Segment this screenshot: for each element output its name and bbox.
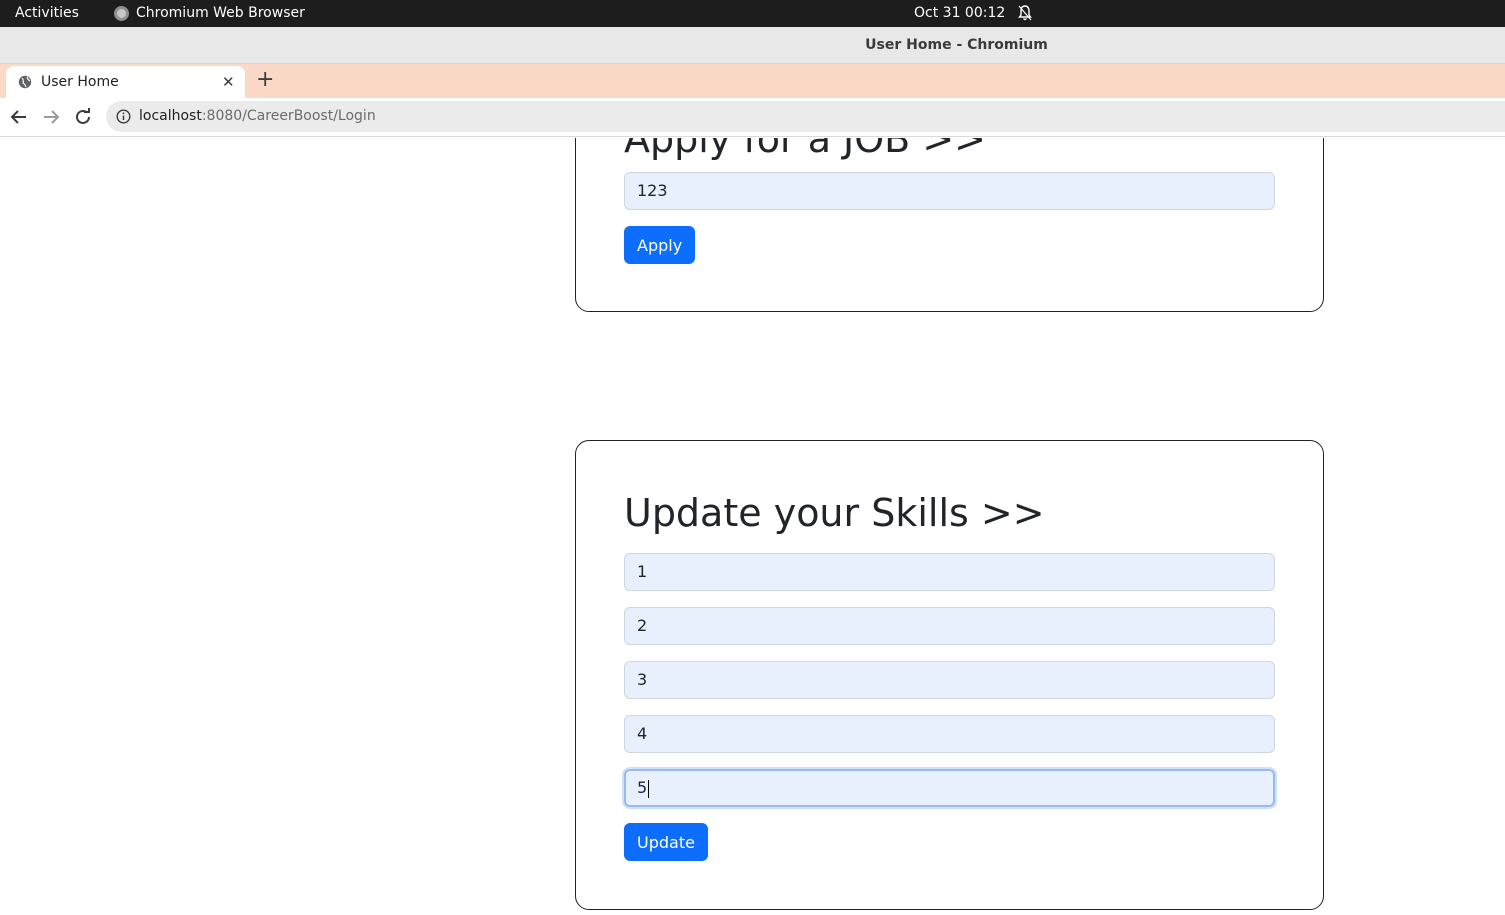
browser-toolbar: localhost:8080/CareerBoost/Login xyxy=(0,98,1505,137)
activities-button[interactable]: Activities xyxy=(15,5,79,21)
reload-icon[interactable] xyxy=(72,106,94,128)
apply-button[interactable]: Apply xyxy=(624,226,696,264)
app-menu[interactable]: Chromium Web Browser xyxy=(114,5,305,21)
text-caret xyxy=(648,779,650,798)
site-info-icon[interactable] xyxy=(116,109,131,124)
globe-icon xyxy=(18,75,32,89)
chromium-icon xyxy=(114,5,129,21)
skill-input-1[interactable]: 1 xyxy=(624,553,1275,591)
tab-title: User Home xyxy=(41,74,119,90)
skill-input-5[interactable]: 5 xyxy=(624,769,1275,807)
update-skills-heading: Update your Skills >> xyxy=(624,491,1045,535)
skill-input-3[interactable]: 3 xyxy=(624,661,1275,699)
app-name: Chromium Web Browser xyxy=(136,5,305,21)
url-text: localhost:8080/CareerBoost/Login xyxy=(139,108,376,124)
system-top-bar: Activities Chromium Web Browser Oct 31 0… xyxy=(0,0,1505,27)
apply-job-card: Apply for a JOB >> 123 Apply xyxy=(575,138,1324,312)
tab-strip: User Home ✕ + xyxy=(0,64,1505,98)
url-host: localhost xyxy=(139,108,202,124)
notification-bell-icon[interactable] xyxy=(1017,4,1033,22)
apply-job-heading: Apply for a JOB >> xyxy=(624,138,987,161)
address-bar[interactable]: localhost:8080/CareerBoost/Login xyxy=(106,101,1505,132)
update-skills-card: Update your Skills >> 1 2 3 4 5 Update xyxy=(575,440,1324,910)
tab-close-icon[interactable]: ✕ xyxy=(222,73,235,91)
new-tab-icon[interactable]: + xyxy=(256,69,274,91)
tab-user-home[interactable]: User Home ✕ xyxy=(6,66,245,98)
forward-arrow-icon[interactable] xyxy=(40,106,62,128)
url-path: :8080/CareerBoost/Login xyxy=(201,108,376,124)
skill-input-4[interactable]: 4 xyxy=(624,715,1275,753)
page-viewport: Apply for a JOB >> 123 Apply Update your… xyxy=(0,138,1505,915)
skill-input-2[interactable]: 2 xyxy=(624,607,1275,645)
clock[interactable]: Oct 31 00:12 xyxy=(914,5,1005,21)
skill-input-5-value: 5 xyxy=(637,778,648,797)
job-id-input[interactable]: 123 xyxy=(624,172,1275,210)
update-button[interactable]: Update xyxy=(624,823,708,861)
window-title-bar: User Home - Chromium xyxy=(0,27,1505,64)
window-title: User Home - Chromium xyxy=(865,37,1048,53)
back-arrow-icon[interactable] xyxy=(8,106,30,128)
